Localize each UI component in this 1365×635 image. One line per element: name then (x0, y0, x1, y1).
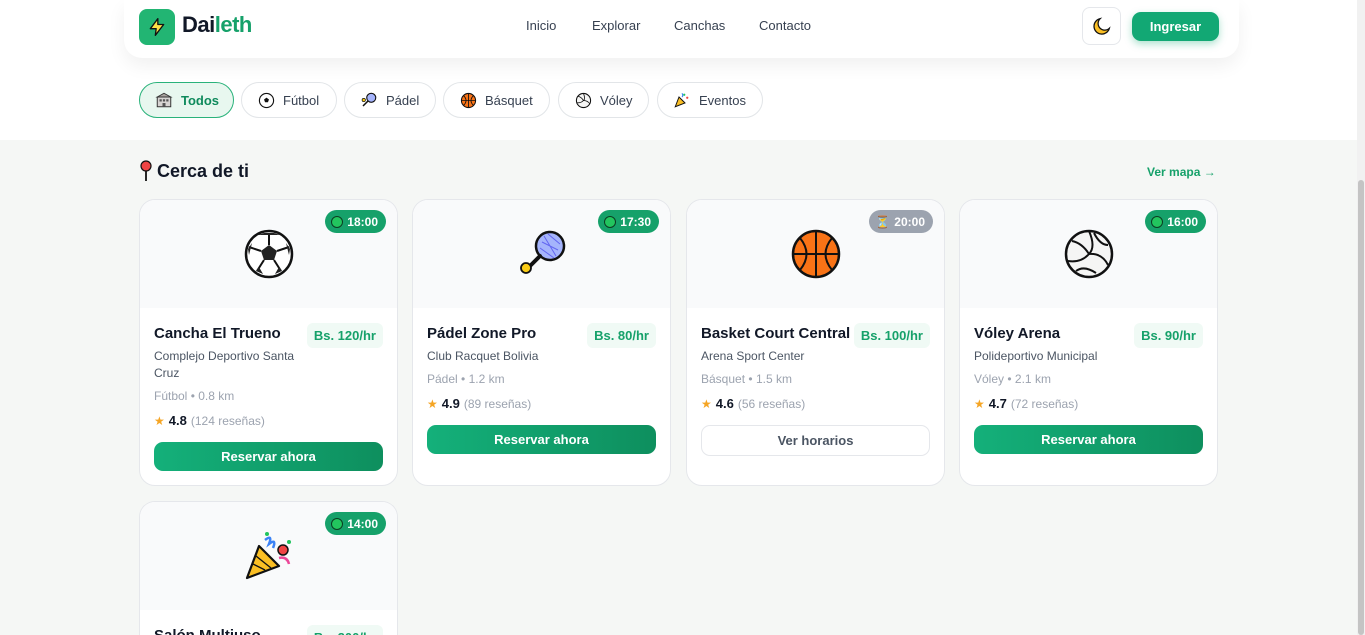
reserve-button[interactable]: Reservar ahora (427, 425, 656, 454)
pin-icon (140, 160, 152, 181)
section-title: Cerca de ti (138, 160, 249, 182)
volleyball-icon (1064, 229, 1113, 279)
venue-card[interactable]: 16:00 Vóley Arena Bs. 90/hr Polideportiv… (959, 199, 1218, 486)
venue-name: Basket Court Central (701, 325, 851, 342)
moon-icon (1092, 17, 1111, 35)
venue-card[interactable]: ⏳ 20:00 Basket Court Central Bs. 100/hr A… (686, 199, 945, 486)
venue-meta: Vóley • 2.1 km (974, 372, 1051, 386)
price-tag: Bs. 120/hr (306, 323, 383, 348)
racket-icon (519, 230, 565, 274)
price-tag: Bs. 100/hr (853, 323, 930, 348)
basketball-icon (791, 229, 840, 279)
available-dot-icon (1151, 215, 1164, 228)
price-tag: Bs. 80/hr (587, 323, 656, 348)
star-icon: ★ (154, 413, 165, 428)
venue-location: Polideportivo Municipal (974, 349, 1098, 363)
available-dot-icon (604, 215, 617, 228)
view-schedule-button[interactable]: Ver horarios (701, 425, 930, 456)
star-icon: ★ (701, 396, 712, 411)
hourglass-icon: ⏳ (875, 214, 891, 229)
category-label: Todos (181, 92, 220, 108)
venue-card[interactable]: 14:00 Salón Multiuso Bs. 200/hr (139, 501, 398, 635)
category-label: Fútbol (283, 92, 320, 108)
reserve-button[interactable]: Reservar ahora (974, 425, 1203, 454)
price-tag: Bs. 200/hr (306, 625, 383, 635)
see-map-link[interactable]: Ver mapa → (1147, 165, 1216, 179)
party-popper-icon (245, 532, 291, 580)
rating: ★ 4.8 (124 reseñas) (154, 413, 265, 428)
rating: ★ 4.6 (56 reseñas) (701, 396, 806, 411)
category-label: Vóley (600, 92, 633, 108)
nav-link-canchas[interactable]: Canchas (674, 18, 725, 33)
time-badge: 14:00 (325, 512, 386, 535)
time-badge: 18:00 (325, 210, 386, 233)
time-badge: 17:30 (598, 210, 659, 233)
soccer-ball-icon (257, 91, 275, 109)
category-chip-futbol[interactable]: Fútbol (241, 82, 337, 118)
login-button[interactable]: Ingresar (1132, 12, 1219, 41)
star-icon: ★ (974, 396, 985, 411)
venue-meta: Fútbol • 0.8 km (154, 389, 235, 403)
price-tag: Bs. 90/hr (1134, 323, 1203, 348)
lightning-icon (149, 18, 165, 36)
star-icon: ★ (427, 396, 438, 411)
volleyball-icon (574, 91, 592, 109)
venue-meta: Básquet • 1.5 km (701, 372, 792, 386)
venue-location: Complejo Deportivo Santa Cruz (154, 349, 295, 380)
logo-badge[interactable] (139, 9, 175, 45)
venue-name: Salón Multiuso (154, 627, 261, 635)
reserve-button[interactable]: Reservar ahora (154, 442, 383, 471)
venue-name: Pádel Zone Pro (427, 325, 537, 342)
category-label: Básquet (485, 92, 533, 108)
venue-name: Cancha El Trueno (154, 325, 281, 342)
time-badge: 16:00 (1145, 210, 1206, 233)
rating: ★ 4.7 (72 reseñas) (974, 396, 1079, 411)
available-dot-icon (331, 215, 344, 228)
theme-toggle-button[interactable] (1082, 7, 1121, 45)
category-label: Pádel (386, 92, 420, 108)
category-chip-eventos[interactable]: Eventos (657, 82, 763, 118)
venue-location: Arena Sport Center (701, 349, 805, 363)
section-title-text: Cerca de ti (157, 160, 250, 181)
category-label: Eventos (699, 92, 746, 108)
scrollbar-thumb[interactable] (1358, 180, 1364, 635)
venue-card[interactable]: 18:00 Cancha El Trueno Bs. 120/hr Comple… (139, 199, 398, 486)
available-dot-icon (331, 517, 344, 530)
category-chip-voley[interactable]: Vóley (558, 82, 649, 118)
rating: ★ 4.9 (89 reseñas) (427, 396, 532, 411)
category-chip-padel[interactable]: Pádel (344, 82, 436, 118)
venue-meta: Pádel • 1.2 km (427, 372, 505, 386)
racket-icon (360, 91, 378, 109)
venue-card[interactable]: 17:30 Pádel Zone Pro Bs. 80/hr Club Racq… (412, 199, 671, 486)
nav-link-contacto[interactable]: Contacto (759, 18, 811, 33)
category-chip-basquet[interactable]: Básquet (443, 82, 550, 118)
nav-link-inicio[interactable]: Inicio (526, 18, 556, 33)
soccer-ball-icon (244, 229, 293, 279)
stadium-icon (155, 91, 173, 109)
nav-link-explorar[interactable]: Explorar (592, 18, 640, 33)
basketball-icon (459, 91, 477, 109)
venue-name: Vóley Arena (974, 325, 1061, 342)
category-chip-todos[interactable]: Todos (139, 82, 234, 118)
venue-location: Club Racquet Bolivia (427, 349, 539, 363)
brand-name[interactable]: Daileth (182, 12, 252, 38)
party-popper-icon (673, 91, 691, 109)
time-badge: ⏳ 20:00 (869, 210, 933, 233)
